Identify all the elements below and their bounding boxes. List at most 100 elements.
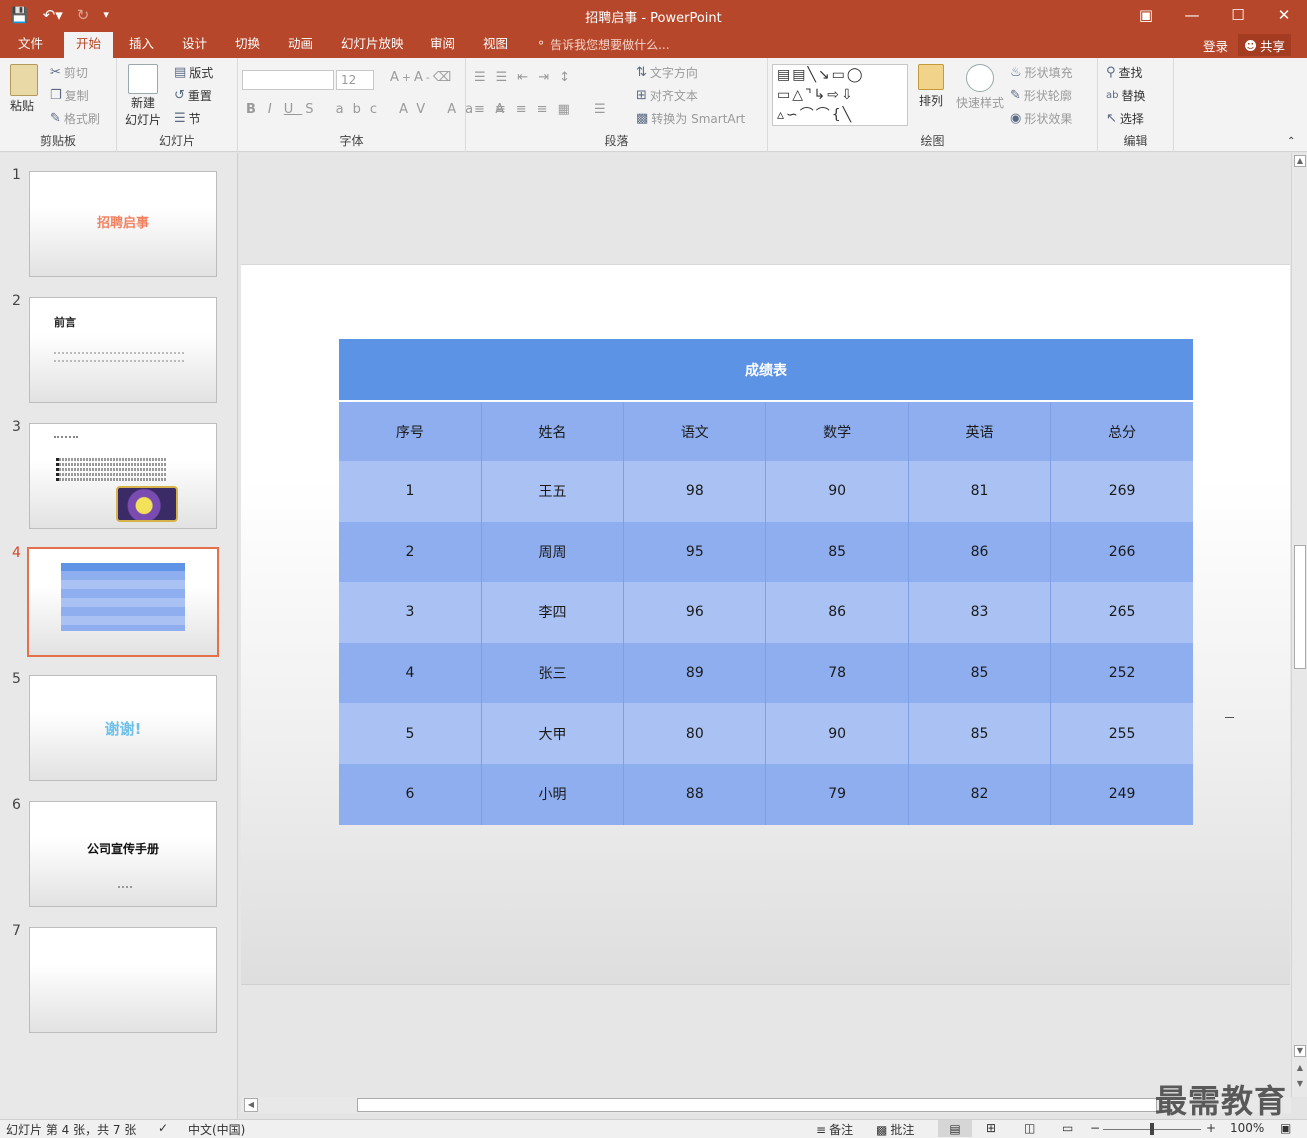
arrange-button[interactable]: 排列 xyxy=(918,64,944,109)
table-cell[interactable]: 265 xyxy=(1050,582,1193,643)
slide-thumbnail-7[interactable] xyxy=(29,927,217,1033)
slide-thumbnail-1[interactable]: 招聘启事 xyxy=(29,171,217,277)
fit-slide-icon[interactable]: ▣ xyxy=(1280,1121,1291,1135)
select-button[interactable]: ↖ 选择 xyxy=(1106,110,1144,127)
shapes-gallery[interactable]: ▤▤╲↘▭◯ ▭△⌝↳⇨⇩ ▵∽⌒⌒{╲ xyxy=(772,64,908,126)
tab-transitions[interactable]: 切换 xyxy=(223,32,272,58)
scroll-down-icon[interactable]: ▼ xyxy=(1294,1045,1306,1057)
horizontal-scroll-thumb[interactable] xyxy=(357,1098,1157,1112)
table-cell[interactable]: 252 xyxy=(1050,642,1193,704)
table-cell[interactable]: 83 xyxy=(907,582,1051,643)
score-table[interactable]: 成绩表 序号 姓名 语文 数学 英语 总分 1 王五 98 90 81 269 xyxy=(339,339,1193,825)
table-cell[interactable]: 266 xyxy=(1050,521,1193,583)
smartart-button[interactable]: ▩ 转换为 SmartArt xyxy=(636,110,745,127)
font-grow-shrink-icons[interactable]: A + A- ⌫ xyxy=(390,70,451,85)
table-cell[interactable]: 95 xyxy=(623,521,766,583)
shape-effects-button[interactable]: ◉ 形状效果 xyxy=(1010,110,1072,127)
table-cell[interactable]: 1 xyxy=(339,461,482,522)
scroll-up-icon[interactable]: ▲ xyxy=(1294,155,1306,167)
table-cell[interactable]: 小明 xyxy=(480,763,624,825)
table-cell[interactable]: 98 xyxy=(623,461,766,522)
table-cell[interactable]: 5 xyxy=(339,703,482,764)
minimize-icon[interactable]: — xyxy=(1169,0,1215,30)
table-header-cell[interactable]: 姓名 xyxy=(480,401,624,461)
replace-button[interactable]: ab 替换 xyxy=(1106,87,1146,104)
quick-styles-button[interactable]: 快速样式 xyxy=(956,64,1004,111)
table-cell[interactable]: 90 xyxy=(765,461,909,522)
table-cell[interactable]: 6 xyxy=(339,763,482,825)
slide-sorter-icon[interactable]: ⊞ xyxy=(986,1121,996,1135)
layout-button[interactable]: ▤ 版式 xyxy=(174,64,213,81)
tab-insert[interactable]: 插入 xyxy=(117,32,166,58)
horizontal-scrollbar[interactable]: ◀ xyxy=(241,1097,1291,1113)
table-cell[interactable]: 3 xyxy=(339,582,482,643)
reading-view-icon[interactable]: ◫ xyxy=(1024,1121,1035,1135)
table-cell[interactable]: 大甲 xyxy=(480,703,624,764)
font-name-box[interactable] xyxy=(242,70,334,90)
table-cell[interactable]: 80 xyxy=(623,703,766,764)
table-cell[interactable]: 周周 xyxy=(480,521,624,583)
notes-button[interactable]: ≡ 备注 xyxy=(816,1121,853,1138)
align-text-button[interactable]: ⊞ 对齐文本 xyxy=(636,87,698,104)
zoom-slider-knob[interactable] xyxy=(1150,1123,1154,1135)
table-cell[interactable]: 张三 xyxy=(480,642,624,704)
tab-animations[interactable]: 动画 xyxy=(276,32,325,58)
paste-button[interactable]: 粘贴 xyxy=(10,64,38,114)
table-header-cell[interactable]: 总分 xyxy=(1050,401,1193,461)
table-cell[interactable]: 85 xyxy=(765,521,909,583)
table-cell[interactable]: 79 xyxy=(765,763,909,825)
table-cell[interactable]: 86 xyxy=(907,521,1051,583)
next-slide-icon[interactable]: ▼ xyxy=(1294,1079,1306,1091)
slide-thumbnail-5[interactable]: 谢谢! xyxy=(29,675,217,781)
table-header-cell[interactable]: 语文 xyxy=(623,401,766,461)
previous-slide-icon[interactable]: ▲ xyxy=(1294,1063,1306,1075)
table-cell[interactable]: 88 xyxy=(623,763,766,825)
format-painter-button[interactable]: ✎ 格式刷 xyxy=(50,110,100,127)
slide-thumbnail-2[interactable]: 前言 xyxy=(29,297,217,403)
vertical-scroll-thumb[interactable] xyxy=(1294,545,1306,669)
table-cell[interactable]: 王五 xyxy=(480,461,624,522)
comments-button[interactable]: ▩ 批注 xyxy=(876,1121,914,1138)
table-cell[interactable]: 86 xyxy=(765,582,909,643)
section-button[interactable]: ☰ 节 xyxy=(174,110,201,127)
table-cell[interactable]: 81 xyxy=(907,461,1051,522)
table-header-cell[interactable]: 英语 xyxy=(907,401,1051,461)
slide-thumbnail-6[interactable]: 公司宣传手册 xyxy=(29,801,217,907)
table-cell[interactable]: 85 xyxy=(907,703,1051,764)
table-cell[interactable]: 85 xyxy=(907,642,1051,704)
share-button[interactable]: ☻ 共享 xyxy=(1238,34,1292,56)
slide-thumbnail-4[interactable] xyxy=(27,547,219,657)
cut-button[interactable]: ✂ 剪切 xyxy=(50,64,88,81)
ribbon-display-options-icon[interactable]: ▣ xyxy=(1123,0,1169,30)
collapse-ribbon-icon[interactable]: ⌃ xyxy=(1287,136,1295,147)
new-slide-button[interactable]: 新建 幻灯片 xyxy=(125,64,161,128)
table-caption[interactable]: 成绩表 xyxy=(339,339,1193,402)
table-cell[interactable]: 2 xyxy=(339,521,482,583)
table-cell[interactable]: 李四 xyxy=(480,582,624,643)
tab-view[interactable]: 视图 xyxy=(471,32,520,58)
font-size-box[interactable]: 12 xyxy=(336,70,374,90)
table-cell[interactable]: 78 xyxy=(765,642,909,704)
table-cell[interactable]: 90 xyxy=(765,703,909,764)
tell-me-box[interactable]: ⚬ 告诉我您想要做什么... xyxy=(536,36,670,53)
reset-button[interactable]: ↺ 重置 xyxy=(174,87,212,104)
table-header-cell[interactable]: 数学 xyxy=(765,401,909,461)
table-cell[interactable]: 4 xyxy=(339,642,482,704)
find-button[interactable]: ⚲ 查找 xyxy=(1106,64,1143,81)
zoom-level[interactable]: 100% xyxy=(1230,1121,1264,1135)
tab-file[interactable]: 文件 xyxy=(6,32,55,58)
normal-view-icon[interactable]: ▤ xyxy=(938,1120,972,1137)
slideshow-view-icon[interactable]: ▭ xyxy=(1062,1121,1073,1135)
table-cell[interactable]: 255 xyxy=(1050,703,1193,764)
table-cell[interactable]: 89 xyxy=(623,642,766,704)
slide-thumbnail-3[interactable] xyxy=(29,423,217,529)
close-icon[interactable]: ✕ xyxy=(1261,0,1307,30)
shape-outline-button[interactable]: ✎ 形状轮廓 xyxy=(1010,87,1072,104)
table-cell[interactable]: 249 xyxy=(1050,763,1193,825)
current-slide[interactable]: 成绩表 序号 姓名 语文 数学 英语 总分 1 王五 98 90 81 269 xyxy=(241,264,1290,985)
login-link[interactable]: 登录 xyxy=(1203,36,1228,55)
maximize-icon[interactable]: ☐ xyxy=(1215,0,1261,30)
language-indicator[interactable]: 中文(中国) xyxy=(188,1121,245,1138)
list-indent-icons[interactable]: ☰☰⇤⇥↕ xyxy=(474,70,580,85)
alignment-icons[interactable]: ≡≡≡≡▦ ☰ xyxy=(474,102,616,117)
